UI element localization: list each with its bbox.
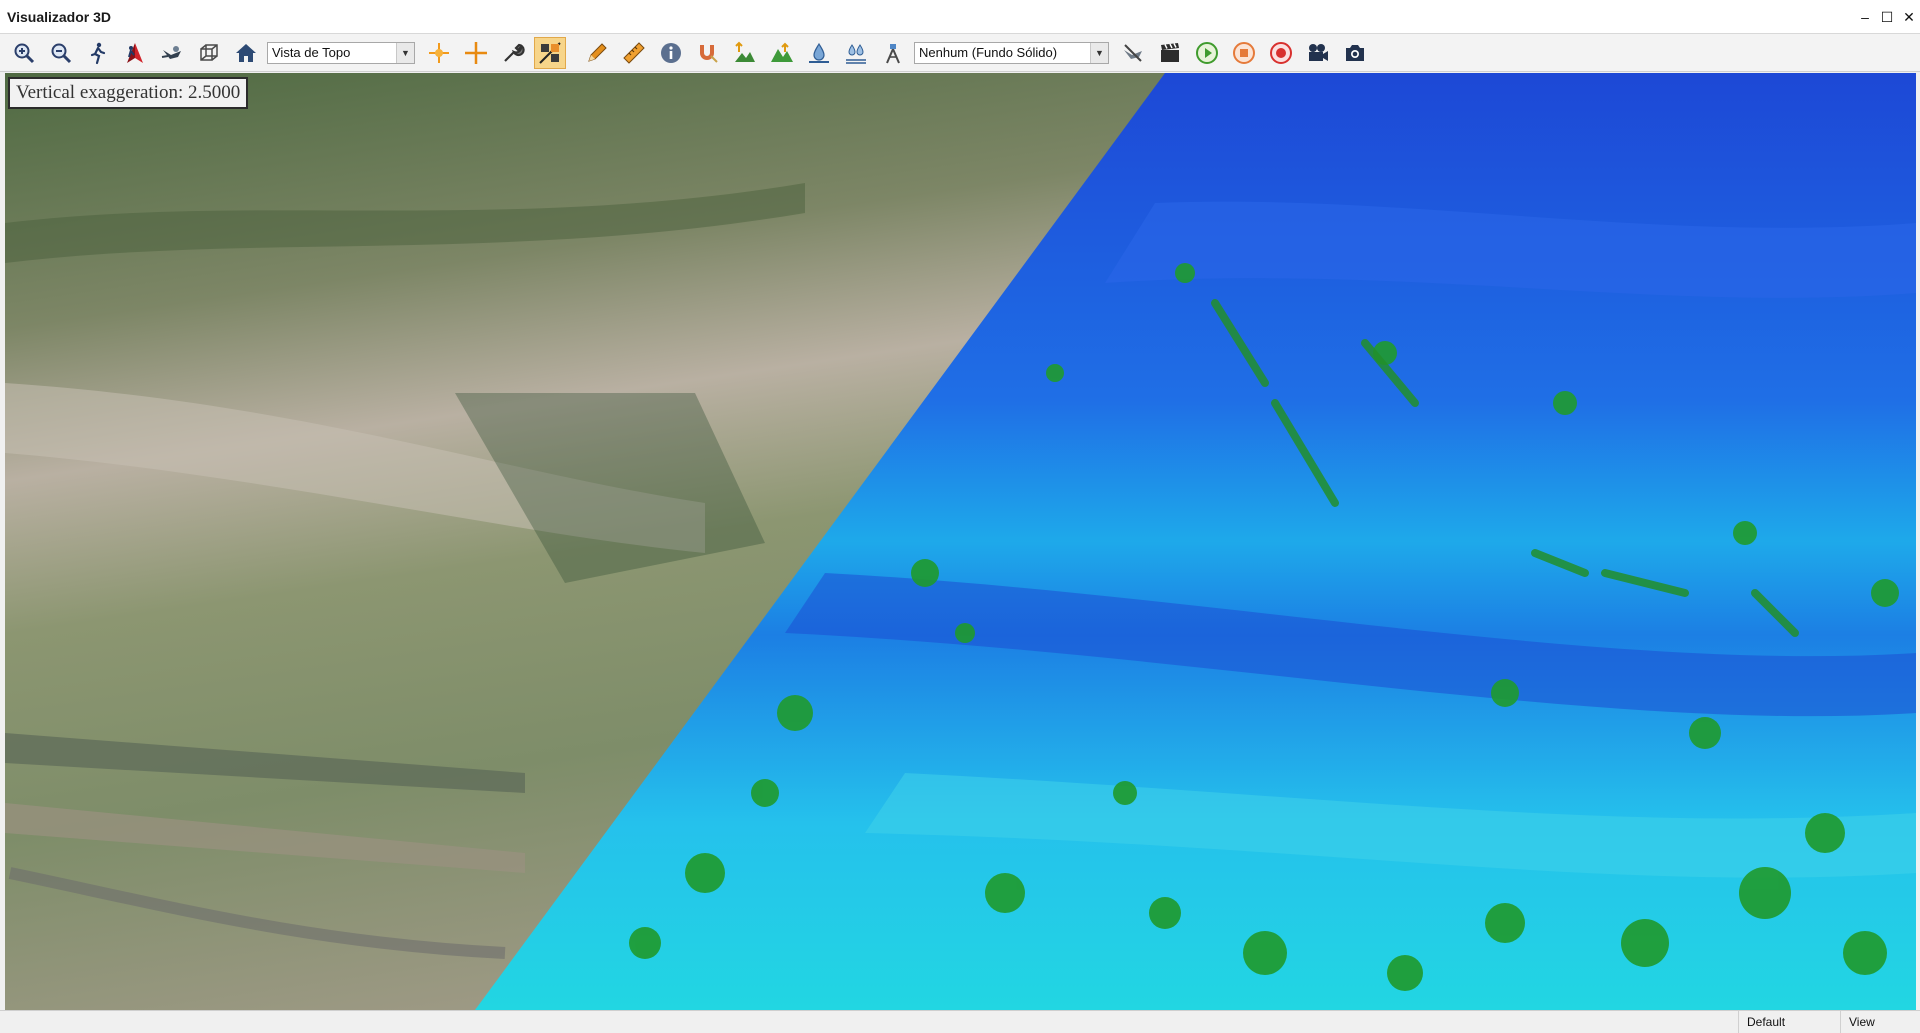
- station-icon[interactable]: [877, 37, 909, 69]
- flood-icon[interactable]: [840, 37, 872, 69]
- 3d-viewport[interactable]: [5, 73, 1916, 1010]
- close-button[interactable]: ✕: [1898, 0, 1920, 34]
- elevation-up-icon[interactable]: [729, 37, 761, 69]
- home-icon[interactable]: [230, 37, 262, 69]
- walk-icon[interactable]: [82, 37, 114, 69]
- video-camera-icon[interactable]: [1302, 37, 1334, 69]
- magnet-icon[interactable]: [692, 37, 724, 69]
- clapperboard-icon[interactable]: [1154, 37, 1186, 69]
- info-icon[interactable]: [655, 37, 687, 69]
- terrain-render: [5, 73, 1916, 1010]
- chevron-down-icon[interactable]: ▼: [1090, 42, 1108, 63]
- pick-point-icon[interactable]: [423, 37, 455, 69]
- window-controls: – ☐ ✕: [1854, 0, 1920, 33]
- status-profile: Default: [1738, 1011, 1840, 1033]
- crosshair-icon[interactable]: [460, 37, 492, 69]
- status-mode: View: [1840, 1011, 1920, 1033]
- camera-icon[interactable]: [1339, 37, 1371, 69]
- vertical-exaggeration-label: Vertical exaggeration: 2.5000: [8, 77, 249, 109]
- main-toolbar: Vista de Topo ▼ Nenhum (Fundo Sólido) ▼: [0, 34, 1920, 72]
- tools-icon[interactable]: [497, 37, 529, 69]
- terrain-peaks-icon[interactable]: [766, 37, 798, 69]
- disable-flight-icon[interactable]: [1117, 37, 1149, 69]
- record-icon[interactable]: [1265, 37, 1297, 69]
- zoom-in-icon[interactable]: [8, 37, 40, 69]
- play-icon[interactable]: [1191, 37, 1223, 69]
- maximize-button[interactable]: ☐: [1876, 0, 1898, 34]
- bounding-box-icon[interactable]: [193, 37, 225, 69]
- orbit-icon[interactable]: [156, 37, 188, 69]
- background-select[interactable]: Nenhum (Fundo Sólido) ▼: [914, 41, 1109, 64]
- window-title: Visualizador 3D: [7, 8, 112, 25]
- stop-icon[interactable]: [1228, 37, 1260, 69]
- chevron-down-icon[interactable]: ▼: [396, 42, 414, 63]
- toggle-overlay-icon[interactable]: [534, 36, 566, 69]
- view-select[interactable]: Vista de Topo ▼: [267, 41, 415, 64]
- view-select-value: Vista de Topo: [272, 45, 351, 60]
- fly-icon[interactable]: [119, 37, 151, 69]
- zoom-out-icon[interactable]: [45, 37, 77, 69]
- minimize-button[interactable]: –: [1854, 0, 1876, 34]
- water-level-icon[interactable]: [803, 37, 835, 69]
- pencil-icon[interactable]: [581, 37, 613, 69]
- status-bar: Default View: [0, 1010, 1920, 1033]
- window-titlebar: Visualizador 3D – ☐ ✕: [0, 0, 1920, 34]
- background-select-value: Nenhum (Fundo Sólido): [919, 45, 1058, 60]
- ruler-icon[interactable]: [618, 37, 650, 69]
